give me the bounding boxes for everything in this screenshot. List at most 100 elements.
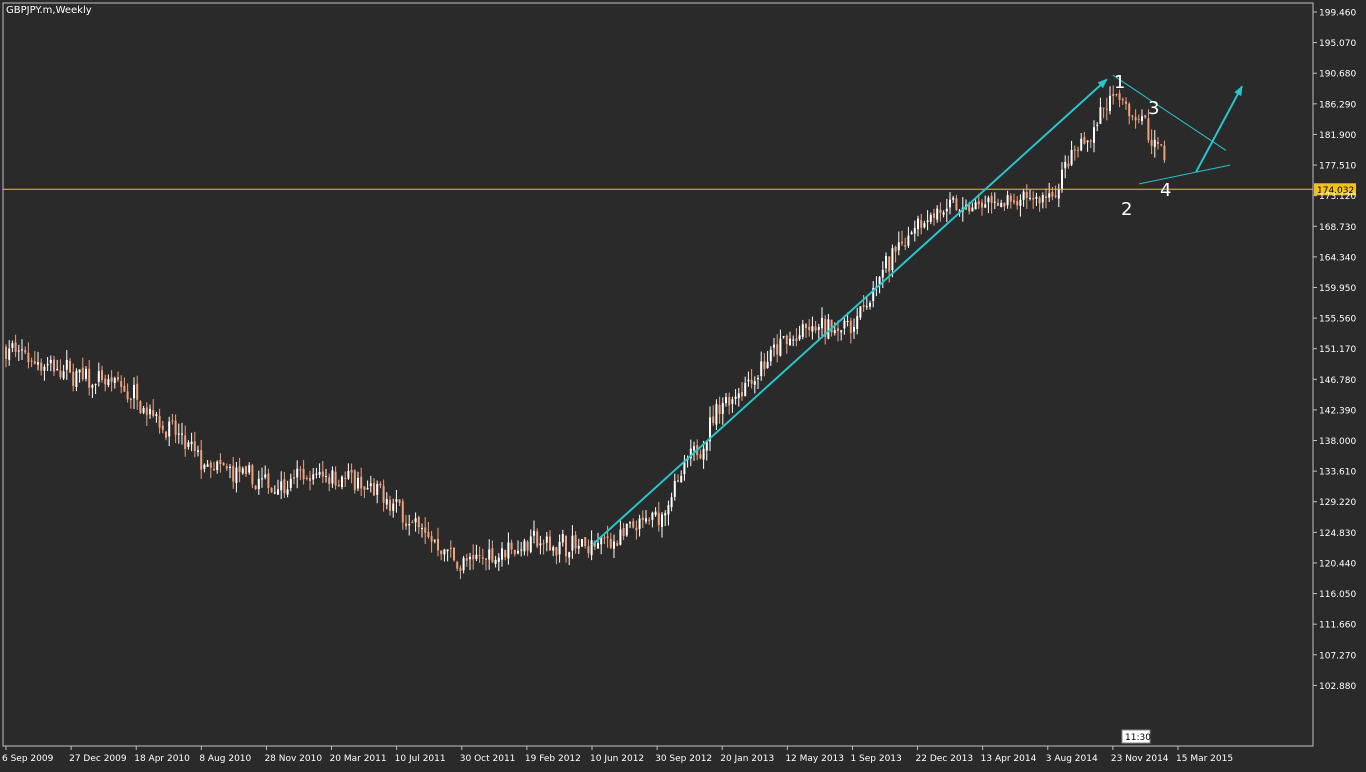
uptrend-arrow [591, 78, 1108, 546]
y-tick-label: 168.730 [1319, 223, 1356, 233]
chart-area: 174.032 1 2 3 4 199.460 195.070 190.680 186.29… [0, 0, 1366, 768]
x-tick-label: 13 Apr 2014 [981, 754, 1037, 764]
candle-body [846, 320, 849, 322]
candle-body [817, 327, 820, 330]
candle-body [449, 547, 452, 549]
candle-body [763, 361, 766, 370]
candle-body [120, 381, 123, 387]
candle-body [33, 361, 36, 364]
candle-body [587, 546, 590, 554]
candle-body [1086, 140, 1089, 143]
candle-body [981, 202, 983, 208]
candle-body [1003, 202, 1006, 207]
candle-body [392, 503, 395, 511]
candle-body [721, 402, 724, 414]
candle-body [229, 466, 231, 468]
candle-body [497, 557, 500, 562]
candle-body [520, 549, 523, 551]
candle-body [827, 319, 830, 339]
candle-body [635, 527, 638, 531]
candle-body [1112, 94, 1115, 97]
candle-body [261, 478, 263, 480]
candle-body [1073, 149, 1076, 151]
candle-body [478, 554, 481, 556]
candle-body [491, 548, 494, 563]
candle-body [168, 421, 171, 437]
candle-body [897, 242, 900, 251]
y-tick-label: 181.900 [1319, 131, 1356, 141]
candle-body [1009, 195, 1012, 202]
candle-body [1025, 191, 1028, 198]
candle-body [792, 339, 795, 341]
x-tick-label: 10 Jun 2012 [590, 754, 644, 764]
candle-body [561, 533, 564, 543]
candle-body [401, 501, 404, 523]
candle-body [1067, 163, 1070, 167]
candle-body [430, 536, 433, 542]
candle-body [741, 392, 743, 397]
candle-body [1013, 200, 1015, 203]
candle-body [321, 471, 324, 477]
y-tick-label: 124.830 [1319, 529, 1356, 539]
candle-body [1080, 138, 1083, 151]
candle-body [581, 539, 583, 547]
candle-body [699, 454, 702, 459]
x-tick-label: 15 Mar 2015 [1176, 754, 1233, 764]
candle-body [1102, 107, 1105, 109]
candle-body [1054, 195, 1057, 197]
candle-body [805, 324, 807, 329]
candle-body [363, 486, 366, 490]
y-tick-label: 107.270 [1319, 651, 1356, 661]
candle-body [305, 477, 308, 479]
candle-body [97, 371, 100, 382]
candle-body [552, 547, 555, 551]
candle-body [360, 476, 363, 489]
candle-body [907, 235, 910, 246]
candle-body [814, 326, 817, 331]
candle-body [862, 304, 865, 307]
candle-body [654, 511, 657, 515]
y-tick-label: 102.880 [1319, 682, 1356, 692]
candle-body [536, 531, 539, 547]
candle-body [1032, 197, 1035, 200]
chart-svg: 174.032 1 2 3 4 199.460 195.070 190.680 186.29… [2, 2, 1356, 764]
y-tick-label: 155.560 [1319, 315, 1356, 325]
candle-body [910, 232, 913, 235]
candle-body [1038, 197, 1041, 204]
candle-body [296, 468, 299, 478]
candle-body [1128, 103, 1131, 117]
candle-body [331, 470, 334, 484]
candle-body [833, 330, 836, 333]
candle-body [904, 245, 907, 247]
candle-body [203, 464, 206, 469]
candle-body [91, 385, 94, 388]
y-tick-label: 116.050 [1319, 590, 1356, 600]
candle-body [945, 208, 948, 212]
candle-body [299, 469, 302, 471]
candle-body [254, 485, 257, 490]
candle-body [859, 306, 862, 318]
candle-body [725, 396, 727, 404]
candle-body [344, 477, 347, 479]
candle-body [129, 398, 132, 401]
candle-body [693, 446, 695, 451]
candle-body [648, 519, 651, 521]
candle-body [795, 338, 798, 342]
candle-body [942, 212, 945, 215]
candle-body [1153, 139, 1156, 147]
candle-body [504, 550, 507, 558]
x-tick-label: 8 Aug 2010 [199, 754, 251, 764]
candle-body [328, 477, 331, 485]
x-tick-label: 10 Jul 2011 [395, 754, 446, 764]
price-line-layer: 174.032 [3, 183, 1356, 196]
candle-body [913, 228, 916, 234]
candle-body [136, 383, 139, 400]
candle-body [555, 547, 558, 556]
candle-body [990, 195, 993, 203]
candle-body [187, 442, 190, 448]
candle-body [1006, 195, 1009, 206]
candle-body [1118, 93, 1121, 100]
breakout-arrow [1195, 85, 1243, 173]
candle-body [801, 324, 804, 337]
candle-body [926, 220, 929, 222]
